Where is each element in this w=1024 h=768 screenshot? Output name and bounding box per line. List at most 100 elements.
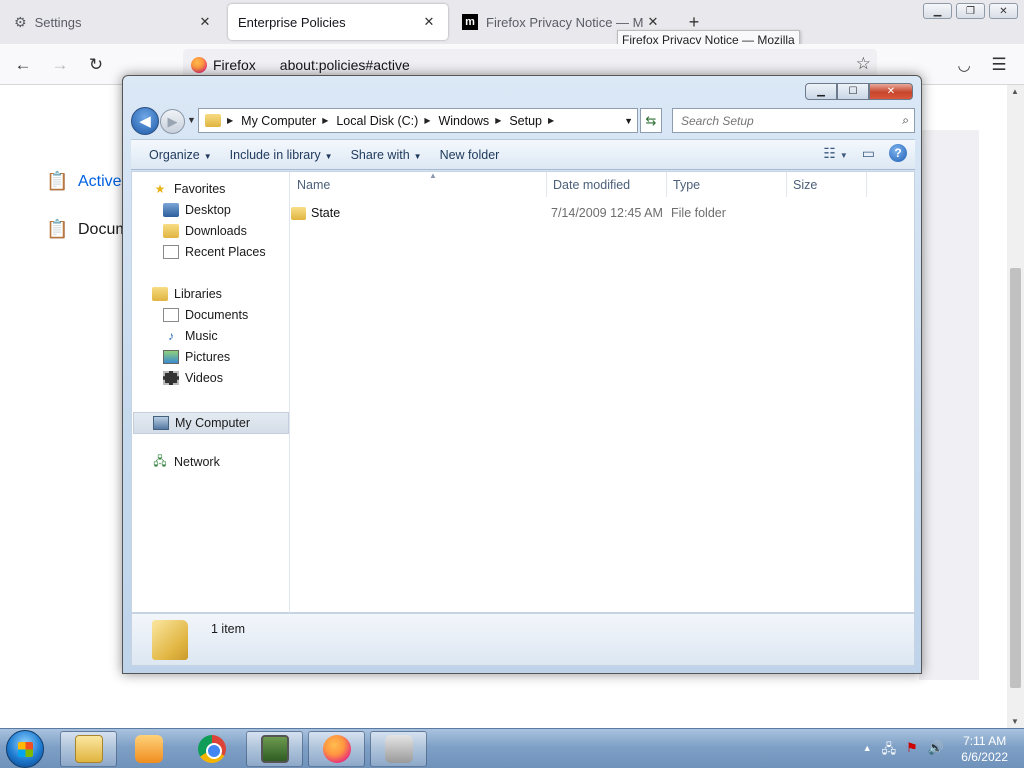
breadcrumb-windows[interactable]: Windows [438, 114, 489, 128]
nav-downloads[interactable]: Downloads [163, 224, 247, 238]
music-icon: ♪ [168, 329, 174, 343]
action-center-flag-icon[interactable]: ⚑ [906, 740, 918, 762]
close-button[interactable]: ✕ [989, 3, 1018, 19]
breadcrumb-my-computer[interactable]: My Computer [241, 114, 316, 128]
task-manager-icon [260, 735, 289, 763]
mozilla-m-icon: m [462, 14, 478, 30]
tools-icon [384, 735, 413, 763]
chevron-right-icon[interactable]: ▶ [495, 116, 501, 125]
chevron-right-icon[interactable]: ▶ [227, 116, 233, 125]
url-text[interactable]: about:policies#active [280, 57, 410, 73]
explorer-window: ▁ ☐ ✕ ◀ ▶ ▼ ▶ My Computer ▶ Local Disk (… [122, 75, 922, 674]
libraries-icon [152, 287, 168, 301]
identity-label: Firefox [213, 56, 256, 73]
clock-date: 6/6/2022 [961, 750, 1008, 764]
search-input[interactable] [681, 113, 881, 128]
taskbar-task-manager[interactable] [246, 731, 303, 767]
new-folder-button[interactable]: New folder [440, 148, 500, 162]
sidebar-item-active[interactable]: 📋 Active [46, 171, 122, 193]
restore-button[interactable]: ❐ [956, 3, 985, 19]
sidebar-item-documentation[interactable]: 📋 Docum [46, 219, 129, 241]
include-in-library-button[interactable]: Include in library ▼ [230, 148, 333, 162]
refresh-button[interactable]: ⇆ [640, 108, 662, 133]
forward-button[interactable]: ▶ [160, 109, 185, 134]
close-icon[interactable]: ✕ [196, 13, 214, 31]
nav-label: Favorites [174, 182, 226, 196]
column-label: Size [793, 177, 818, 192]
share-with-button[interactable]: Share with ▼ [351, 148, 422, 162]
file-name: State [311, 206, 341, 220]
nav-videos[interactable]: Videos [163, 371, 223, 385]
nav-label: Downloads [185, 224, 247, 238]
nav-documents[interactable]: Documents [163, 308, 248, 322]
chevron-right-icon[interactable]: ▶ [322, 116, 328, 125]
firefox-icon [191, 56, 207, 73]
close-button[interactable]: ✕ [869, 83, 913, 100]
scroll-up-icon[interactable]: ▲ [1011, 87, 1019, 96]
chevron-down-icon: ▼ [413, 151, 422, 161]
minimize-button[interactable]: ▁ [923, 3, 952, 19]
explorer-body: ★ Favorites Desktop Downloads Recent Plac… [131, 171, 915, 614]
breadcrumb-setup[interactable]: Setup [509, 114, 542, 128]
new-tab-button[interactable]: + [684, 12, 704, 32]
history-dropdown-icon[interactable]: ▼ [187, 115, 196, 125]
back-button[interactable]: ◀ [131, 107, 159, 135]
breadcrumb-local-disk[interactable]: Local Disk (C:) [336, 114, 418, 128]
tab-enterprise-policies[interactable]: Enterprise Policies ✕ [228, 4, 448, 40]
bookmark-star-icon[interactable]: ☆ [856, 54, 871, 74]
pocket-icon[interactable]: ◡ [951, 52, 977, 78]
view-options-icon[interactable]: ☷ ▼ [823, 145, 847, 162]
folder-icon [205, 114, 221, 127]
nav-pictures[interactable]: Pictures [163, 350, 230, 364]
volume-icon[interactable]: 🔊 [928, 740, 944, 762]
nav-my-computer[interactable]: My Computer [133, 412, 289, 434]
table-row[interactable]: State 7/14/2009 12:45 AM File folder [291, 202, 891, 224]
minimize-button[interactable]: ▁ [805, 83, 837, 100]
scroll-thumb[interactable] [1010, 268, 1021, 688]
chevron-down-icon[interactable]: ▼ [624, 116, 633, 126]
network-status-icon[interactable]: 🖧 [882, 740, 897, 762]
tab-settings[interactable]: ⚙ Settings ✕ [4, 4, 224, 40]
nav-label: Recent Places [185, 245, 266, 259]
firefox-icon [322, 735, 351, 763]
search-box[interactable]: ⌕ [672, 108, 915, 133]
nav-recent-places[interactable]: Recent Places [163, 245, 266, 259]
page-scrollbar[interactable]: ▲ ▼ [1007, 85, 1024, 728]
nav-network[interactable]: 🖧 Network [152, 454, 220, 470]
scroll-down-icon[interactable]: ▼ [1011, 717, 1019, 726]
column-date-modified[interactable]: Date modified [547, 172, 667, 197]
close-icon[interactable]: ✕ [644, 13, 662, 31]
taskbar-explorer[interactable] [60, 731, 117, 767]
column-name[interactable]: Name ▲ [291, 171, 547, 197]
organize-button[interactable]: Organize ▼ [149, 148, 212, 162]
taskbar-tools[interactable] [370, 731, 427, 767]
breadcrumb[interactable]: ▶ My Computer ▶ Local Disk (C:) ▶ Window… [198, 108, 638, 133]
nav-favorites[interactable]: ★ Favorites [152, 182, 226, 196]
chevron-right-icon[interactable]: ▶ [424, 116, 430, 125]
column-size[interactable]: Size [787, 172, 867, 197]
taskbar-chrome[interactable] [183, 731, 240, 767]
menu-icon[interactable]: ☰ [986, 52, 1012, 78]
tab-label: Firefox Privacy Notice — Mozill [486, 14, 644, 30]
clock[interactable]: 7:11 AM 6/6/2022 [961, 733, 1008, 765]
nav-libraries[interactable]: Libraries [152, 287, 222, 301]
taskbar-firefox[interactable] [308, 731, 365, 767]
back-button[interactable]: ← [10, 52, 36, 78]
help-icon[interactable]: ? [889, 144, 907, 162]
nav-desktop[interactable]: Desktop [163, 203, 231, 217]
taskbar-media-player[interactable] [120, 731, 177, 767]
reload-button[interactable]: ↻ [83, 52, 109, 78]
start-button[interactable] [6, 730, 44, 768]
column-type[interactable]: Type [667, 172, 787, 197]
show-hidden-icons-icon[interactable]: ▲ [863, 740, 872, 762]
preview-pane-icon[interactable]: ▭ [862, 145, 875, 162]
chevron-right-icon[interactable]: ▶ [548, 116, 554, 125]
column-label: Date modified [553, 177, 631, 192]
nav-label: Desktop [185, 203, 231, 217]
maximize-button[interactable]: ☐ [837, 83, 869, 100]
forward-button[interactable]: → [47, 52, 73, 78]
search-icon[interactable]: ⌕ [902, 113, 909, 128]
nav-music[interactable]: ♪ Music [163, 329, 218, 343]
close-icon[interactable]: ✕ [420, 13, 438, 31]
browser-tab-bar: ⚙ Settings ✕ Enterprise Policies ✕ m Fir… [0, 0, 1024, 50]
